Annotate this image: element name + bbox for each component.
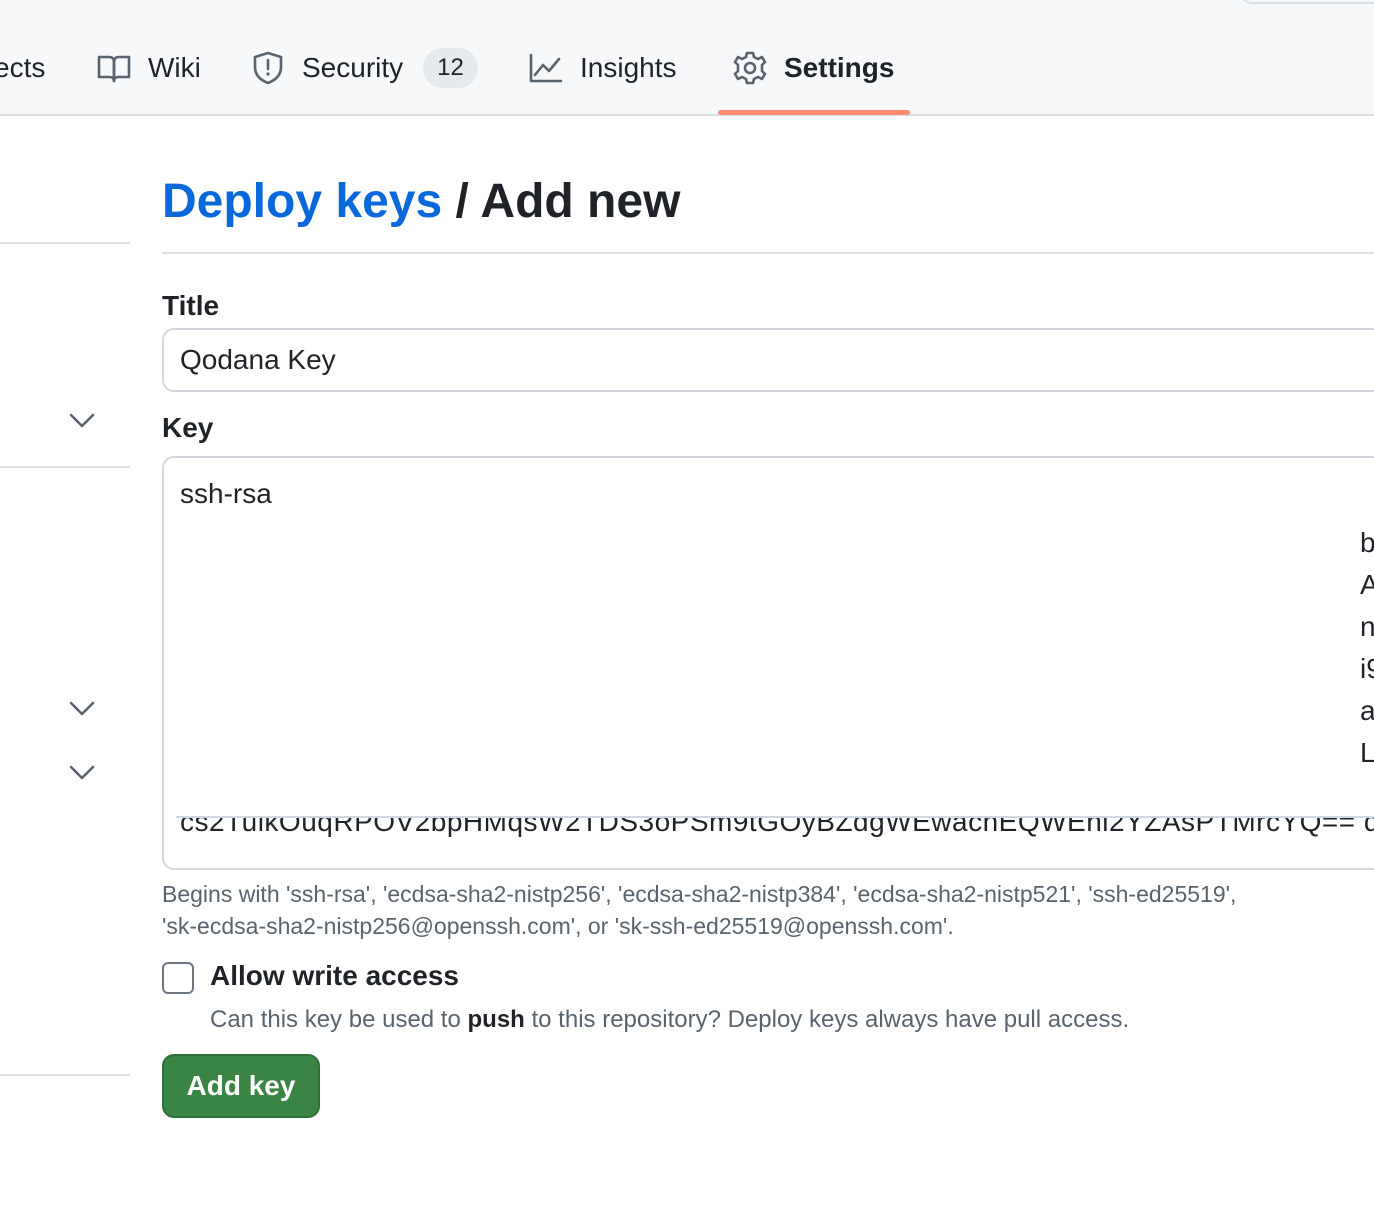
page-title: Deploy keys / Add new [162,172,680,232]
page-title-text: Add new [480,175,681,228]
desc-text: Can this key be used to [210,1006,461,1033]
tab-label: ects [0,52,46,83]
title-input[interactable] [162,328,1374,392]
chevron-down-icon[interactable] [68,696,96,720]
chevron-down-icon[interactable] [68,760,96,784]
repo-nav: ects Wiki Security 12 Insights Settings [0,0,1374,116]
key-text-fragment: i9 [1360,653,1374,684]
chevron-down-icon[interactable] [68,408,96,432]
sidebar-divider [0,242,130,244]
deploy-keys-link[interactable]: Deploy keys [162,175,442,228]
breadcrumb-separator: / [455,175,469,228]
tab-insights[interactable]: Insights [528,46,677,90]
key-format-hint: Begins with 'ssh-rsa', 'ecdsa-sha2-nistp… [162,878,1374,942]
header-button[interactable] [1240,0,1374,4]
key-text-fragment: n [1360,606,1374,648]
gear-icon [732,50,768,86]
tab-label: Settings [784,52,895,83]
shield-icon [250,50,286,86]
heading-divider [162,252,1374,254]
sidebar-divider [0,1074,130,1076]
security-count-badge: 12 [423,48,478,88]
write-access-label[interactable]: Allow write access [210,960,459,992]
main-content: Deploy keys / Add new Title Key ssh-rsa … [162,116,1374,1210]
add-key-button[interactable]: Add key [162,1054,320,1118]
settings-sidebar [0,116,130,1210]
desc-bold: push [467,1006,525,1033]
desc-text: to this repository? Deploy keys always h… [531,1006,1130,1033]
key-text-fragment: b [1360,522,1374,564]
tab-label: Wiki [148,52,201,83]
sidebar-divider [0,466,130,468]
tab-label: Security [302,52,404,83]
tab-settings[interactable]: Settings [732,46,894,90]
tab-security[interactable]: Security 12 [250,46,478,90]
hint-line: Begins with 'ssh-rsa', 'ecdsa-sha2-nistp… [162,881,1237,907]
key-label: Key [162,412,214,443]
key-textarea[interactable]: ssh-rsa b A n i9 a L ah cs2TulkOuqRPOV2b… [162,456,1374,870]
key-text-first-line: ssh-rsa [180,478,272,509]
hint-line: 'sk-ecdsa-sha2-nistp256@openssh.com', or… [162,913,954,939]
key-text-fragment: a [1360,690,1374,732]
active-tab-indicator [718,110,910,115]
tab-label: Insights [580,52,677,83]
book-icon [96,50,132,86]
key-text-fragment: L [1360,732,1374,774]
graph-icon [528,50,564,86]
title-label: Title [162,290,220,321]
write-access-description: Can this key be used to push to this rep… [210,1006,1129,1034]
key-text-fragment: A [1360,564,1374,606]
tab-wiki[interactable]: Wiki [96,46,201,90]
write-access-checkbox[interactable] [162,962,194,994]
tab-projects[interactable]: ects [0,46,45,90]
textarea-overlay [176,772,1374,818]
